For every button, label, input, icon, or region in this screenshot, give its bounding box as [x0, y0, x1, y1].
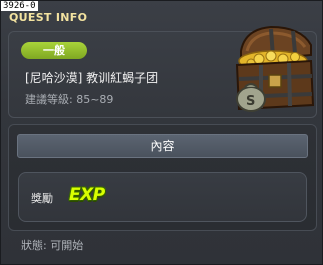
treasure-chest-icon: S	[235, 25, 315, 112]
content-tab[interactable]: 內容	[17, 134, 308, 158]
window-title: QUEST INFO	[9, 11, 88, 24]
quest-content-panel: 內容 獎勵 EXP	[8, 124, 317, 231]
exp-icon: EXP	[69, 185, 105, 205]
recommended-level: 建議等級: 85~89	[25, 93, 114, 106]
quest-category-badge: 一般	[21, 42, 87, 59]
quest-name: [尼哈沙漠] 教训紅蝎子团	[25, 71, 159, 85]
quest-id: 3926-0	[1, 1, 38, 11]
svg-text:S: S	[246, 94, 255, 109]
quest-info-window: 3926-0 QUEST INFO 一般 [尼哈沙漠] 教训紅蝎子团 建議等級:…	[0, 0, 323, 265]
reward-label: 獎勵	[31, 192, 53, 205]
reward-box: 獎勵 EXP	[18, 172, 307, 222]
quest-status: 狀態: 可開始	[21, 239, 84, 252]
